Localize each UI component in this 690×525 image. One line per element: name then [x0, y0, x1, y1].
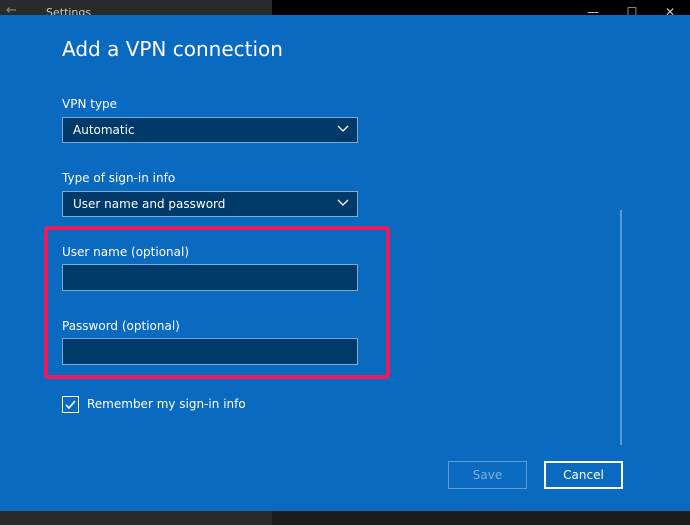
vpn-type-dropdown[interactable]: Automatic [62, 117, 358, 143]
remember-label: Remember my sign-in info [87, 397, 246, 411]
page-title: Add a VPN connection [62, 37, 283, 61]
scrollbar[interactable] [620, 210, 622, 445]
sign-in-type-label: Type of sign-in info [62, 171, 176, 185]
sign-in-type-selected: User name and password [73, 197, 226, 211]
vpn-type-label: VPN type [62, 97, 118, 111]
username-label: User name (optional) [62, 245, 190, 259]
password-field[interactable] [62, 338, 358, 365]
password-label: Password (optional) [62, 319, 180, 333]
remember-checkbox[interactable] [62, 396, 79, 413]
chevron-down-icon [337, 125, 349, 132]
username-field[interactable] [62, 264, 358, 291]
checkmark-icon [65, 400, 76, 410]
chevron-down-icon [337, 199, 349, 206]
sign-in-type-dropdown[interactable]: User name and password [62, 191, 358, 217]
cancel-button[interactable]: Cancel [544, 461, 623, 489]
vpn-dialog-panel: Add a VPN connection VPN type Automatic … [0, 15, 690, 511]
save-button[interactable]: Save [448, 461, 527, 489]
background-strip [0, 510, 272, 525]
vpn-type-selected: Automatic [73, 123, 135, 137]
